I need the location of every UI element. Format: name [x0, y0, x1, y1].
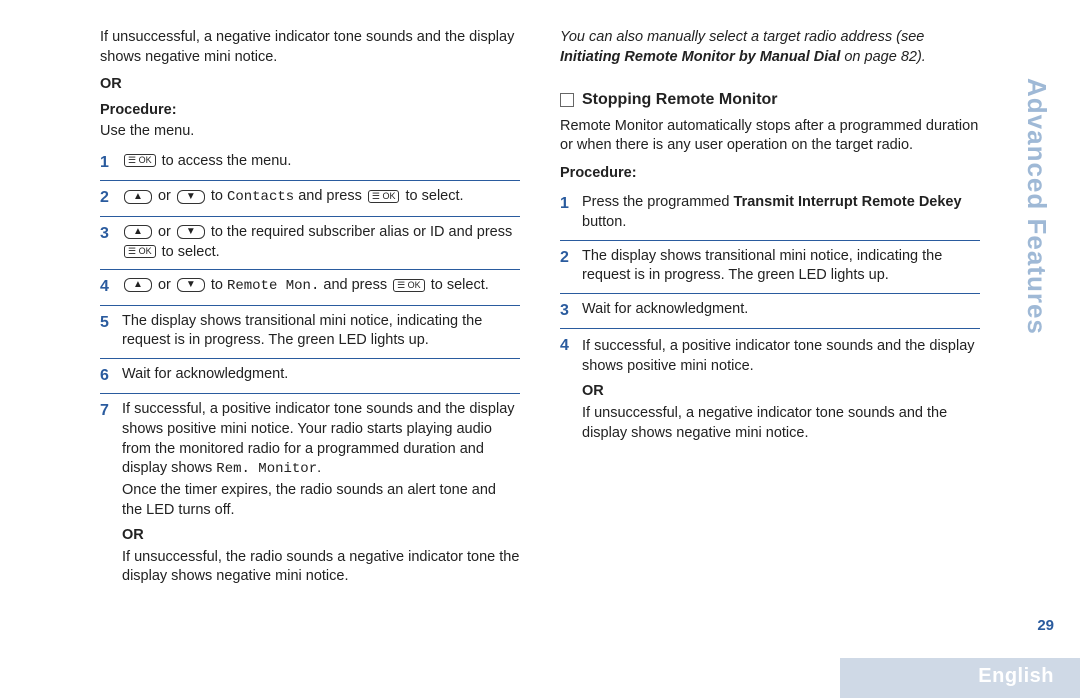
- step-3: 3 ▲ or ▼ to the required subscriber alia…: [100, 217, 520, 270]
- procedure-label: Procedure:: [100, 101, 520, 121]
- up-icon: ▲: [124, 278, 152, 292]
- procedure-label: Procedure:: [560, 164, 980, 184]
- manual-note: You can also manually select a target ra…: [560, 28, 980, 67]
- right-intro: Remote Monitor automatically stops after…: [560, 117, 980, 156]
- language-tab: English: [840, 658, 1080, 698]
- rstep-2: 2 The display shows transitional mini no…: [560, 241, 980, 294]
- ok-icon: ☰ OK: [124, 154, 156, 167]
- step-5: 5 The display shows transitional mini no…: [100, 306, 520, 359]
- section-heading: Stopping Remote Monitor: [560, 89, 980, 111]
- down-icon: ▼: [177, 225, 205, 239]
- rstep-1: 1 Press the programmed Transmit Interrup…: [560, 187, 980, 240]
- ok-icon: ☰ OK: [368, 190, 400, 203]
- ok-icon: ☰ OK: [124, 245, 156, 258]
- up-icon: ▲: [124, 190, 152, 204]
- rstep-3: 3 Wait for acknowledgment.: [560, 294, 980, 330]
- step-7: 7 If successful, a positive indicator to…: [100, 394, 520, 597]
- rstep-4: 4 If successful, a positive indicator to…: [560, 329, 980, 454]
- ok-icon: ☰ OK: [393, 279, 425, 292]
- down-icon: ▼: [177, 278, 205, 292]
- page-number: 29: [1037, 616, 1054, 636]
- language-label: English: [978, 663, 1054, 690]
- left-column: If unsuccessful, a negative indicator to…: [100, 28, 520, 598]
- step-1: 1 ☰ OK to access the menu.: [100, 146, 520, 182]
- up-icon: ▲: [124, 225, 152, 239]
- down-icon: ▼: [177, 190, 205, 204]
- or-label: OR: [100, 75, 520, 95]
- procedure-sub: Use the menu.: [100, 122, 520, 142]
- left-steps: 1 ☰ OK to access the menu. 2 ▲ or ▼ to C…: [100, 146, 520, 598]
- step-4: 4 ▲ or ▼ to Remote Mon. and press ☰ OK t…: [100, 270, 520, 306]
- right-column: You can also manually select a target ra…: [560, 28, 980, 598]
- left-intro: If unsuccessful, a negative indicator to…: [100, 28, 520, 67]
- step-2: 2 ▲ or ▼ to Contacts and press ☰ OK to s…: [100, 181, 520, 217]
- section-title-vertical: Advanced Features: [1019, 78, 1054, 335]
- checkbox-icon: [560, 93, 574, 107]
- step-6: 6 Wait for acknowledgment.: [100, 359, 520, 395]
- right-steps: 1 Press the programmed Transmit Interrup…: [560, 187, 980, 454]
